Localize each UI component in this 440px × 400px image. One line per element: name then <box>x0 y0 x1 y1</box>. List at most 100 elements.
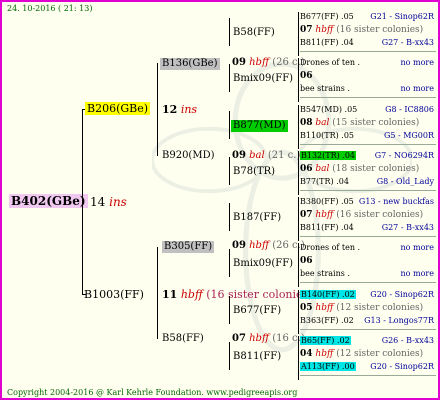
g3-connector <box>229 342 230 370</box>
g3-right-connector <box>298 151 299 195</box>
g4-lower-name[interactable]: B77(TR) .04 <box>300 177 349 186</box>
g3-queen[interactable]: Bmix09(FF) <box>231 73 295 85</box>
block-separator <box>300 282 436 283</box>
g1-queen-lower[interactable]: B1003(FF) <box>84 289 144 300</box>
g4-generation: 05 hbff (12 sister colonies) <box>300 304 423 313</box>
g4-upper-name[interactable]: B140(FF) .02 <box>300 290 356 299</box>
g4-lower-origin: G20 - Sinop62R <box>370 362 434 371</box>
g1-queen-upper[interactable]: B206(GBe) <box>85 102 151 115</box>
g4-gen-number: 07 <box>300 25 313 35</box>
root-queen[interactable]: B402(GBe) <box>9 194 88 208</box>
g4-sister-colonies: (12 sister colonies) <box>336 349 424 359</box>
block-separator <box>300 190 436 191</box>
g4-drone-lower: B77(TR) .04 <box>300 178 349 186</box>
g3-right-connector <box>298 12 299 56</box>
pedigree-frame: 24. 10-2016 ( 21: 13) B402(GBe) 14 ins B… <box>0 0 440 400</box>
g4-upper-name[interactable]: B132(TR) .04 <box>300 151 357 160</box>
g3-queen[interactable]: B58(FF) <box>231 27 277 39</box>
g3-connector <box>229 296 230 324</box>
g4-tag: hbff <box>315 349 334 359</box>
g4-generation: 06 bal (18 sister colonies) <box>300 165 419 174</box>
g4-lower-origin: no more <box>400 84 434 93</box>
g4-drone-upper: B65(FF) .02 <box>300 336 351 345</box>
g4-lower-name[interactable]: B811(FF) .04 <box>300 38 354 47</box>
g2-gen-1: 09 hbff (26 c.) <box>232 57 305 68</box>
g4-upper-name[interactable]: Drones of ten . <box>300 243 360 252</box>
g4-upper-origin: G7 - NO6294R <box>374 151 434 160</box>
g4-generation: 07 hbff (16 sister colonies) <box>300 26 423 35</box>
date-line: 24. 10-2016 ( 21: 13) <box>7 4 93 13</box>
g4-gen-number: 06 <box>300 256 313 266</box>
g4-tag: hbff <box>315 210 334 220</box>
block-separator <box>300 144 436 145</box>
g4-generation: 07 hbff (16 sister colonies) <box>300 211 423 220</box>
g4-gen-number: 07 <box>300 210 313 220</box>
g4-lower-origin: G5 - MG00R <box>383 131 434 140</box>
g4-tag: bal <box>315 164 330 174</box>
g3-queen[interactable]: B187(FF) <box>231 212 283 224</box>
g4-drone-upper: B677(FF) .05 <box>300 13 354 21</box>
g4-lower-name[interactable]: bee strains . <box>300 269 350 278</box>
g4-drone-upper: Drones of ten . <box>300 59 360 67</box>
g3-connector <box>229 157 230 185</box>
g4-drone-lower: A113(FF) .00 <box>300 362 356 371</box>
block-separator <box>300 375 436 376</box>
g2-queen-2[interactable]: B920(MD) <box>162 151 215 161</box>
g3-right-connector <box>298 243 299 287</box>
g4-drone-upper: B132(TR) .04 <box>300 151 357 160</box>
block-separator <box>300 236 436 237</box>
g2-queen-4[interactable]: B58(FF) <box>162 334 204 344</box>
g3-connector <box>229 249 230 277</box>
g4-drone-upper: B547(MD) .05 <box>300 106 357 114</box>
g4-gen-number: 05 <box>300 303 313 313</box>
g2-queen-3[interactable]: B305(FF) <box>162 241 215 253</box>
g4-gen-number: 06 <box>300 71 313 81</box>
g4-upper-origin: G8 - IC8806 <box>385 105 434 114</box>
g3-right-connector <box>298 58 299 102</box>
g4-lower-name[interactable]: B363(FF) .02 <box>300 316 354 325</box>
block-separator <box>300 97 436 98</box>
g3-queen[interactable]: B78(TR) <box>231 166 277 178</box>
g3-right-connector <box>298 105 299 149</box>
g4-drone-lower: B110(TR) .05 <box>300 132 354 140</box>
g4-upper-name[interactable]: B547(MD) .05 <box>300 105 357 114</box>
g4-upper-origin: G13 - new buckfas <box>358 197 434 206</box>
footer-copyright: Copyright 2004-2016 @ Karl Kehrle Founda… <box>7 388 298 397</box>
g4-sister-colonies: (16 sister colonies) <box>336 210 424 220</box>
g4-upper-origin: G26 - B-xx43 <box>381 336 434 345</box>
g2-queen-1[interactable]: B136(GBe) <box>160 58 220 70</box>
g4-drone-lower: bee strains . <box>300 270 350 278</box>
g4-upper-origin: no more <box>400 243 434 252</box>
g2-gen-3: 09 hbff (26 c.) <box>232 240 305 251</box>
g4-lower-origin: no more <box>400 269 434 278</box>
g4-drone-lower: B811(FF) .04 <box>300 224 354 232</box>
g4-drone-lower: B363(FF) .02 <box>300 317 354 325</box>
block-separator <box>300 329 436 330</box>
g4-lower-origin: G13 - Longos77R <box>364 316 434 325</box>
g4-gen-number: 08 <box>300 118 313 128</box>
g3-queen[interactable]: B677(FF) <box>231 305 283 317</box>
g4-lower-name[interactable]: A113(FF) .00 <box>300 362 356 371</box>
g4-lower-origin: G27 - B-xx43 <box>381 38 434 47</box>
g3-connector <box>229 18 230 46</box>
root-generation: 14 ins <box>90 196 127 208</box>
g3-queen[interactable]: B811(FF) <box>231 351 283 363</box>
g4-upper-name[interactable]: B677(FF) .05 <box>300 12 354 21</box>
g4-drone-lower: bee strains . <box>300 85 350 93</box>
root-ins-tag: ins <box>109 195 127 209</box>
g4-upper-name[interactable]: Drones of ten . <box>300 58 360 67</box>
g2-gen-4: 07 hbff (16 c.) <box>232 333 305 344</box>
g4-lower-name[interactable]: B811(FF) .04 <box>300 223 354 232</box>
g3-queen[interactable]: Bmix09(FF) <box>231 258 295 270</box>
g4-upper-name[interactable]: B65(FF) .02 <box>300 336 351 345</box>
g4-lower-name[interactable]: B110(TR) .05 <box>300 131 354 140</box>
g4-upper-name[interactable]: B380(FF) .05 <box>300 197 354 206</box>
g3-queen[interactable]: B877(MD) <box>231 120 288 132</box>
g4-sister-colonies: (18 sister colonies) <box>332 164 420 174</box>
g4-tag: hbff <box>315 25 334 35</box>
g4-lower-origin: G8 - Old_Lady <box>376 177 434 186</box>
g4-lower-name[interactable]: bee strains . <box>300 84 350 93</box>
g4-upper-origin: G21 - Sinop62R <box>370 12 434 21</box>
g4-generation: 08 bal (15 sister colonies) <box>300 119 419 128</box>
g1-upper-gen: 12 ins <box>162 103 198 116</box>
